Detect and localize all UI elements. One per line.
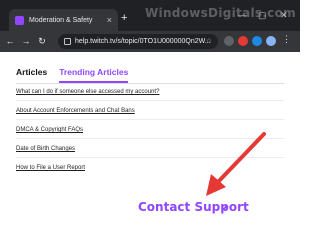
annotation-arrow-icon [206,132,266,196]
